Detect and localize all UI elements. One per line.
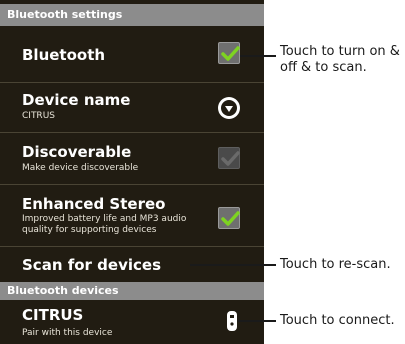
discoverable-label: Discoverable (22, 143, 132, 161)
bluetooth-label: Bluetooth (22, 46, 106, 64)
enhanced-stereo-description: Improved battery life and MP3 audio qual… (22, 214, 187, 235)
enhanced-stereo-checkbox[interactable] (218, 207, 240, 229)
device-name: CITRUS (22, 306, 84, 324)
device-name-row[interactable]: Device name CITRUS (0, 83, 264, 133)
discoverable-checkbox[interactable] (218, 147, 240, 169)
bluetooth-toggle-row[interactable]: Bluetooth (0, 26, 264, 83)
bluetooth-settings-header: Bluetooth settings (0, 4, 264, 26)
chevron-down-icon (225, 106, 233, 112)
check-icon (221, 211, 240, 226)
rescan-callout-text: Touch to re-scan. (280, 257, 391, 272)
device-name-value: CITRUS (22, 111, 55, 121)
bluetooth-callout-text: Touch to turn on & off & to scan. (280, 44, 400, 75)
bluetooth-settings-screen: Bluetooth settings Bluetooth Device name… (0, 0, 264, 344)
device-name-label: Device name (22, 91, 131, 109)
check-icon (221, 46, 240, 61)
rescan-callout-line (190, 264, 276, 266)
phone-device-icon (227, 311, 237, 331)
check-icon-disabled (221, 151, 240, 166)
device-status: Pair with this device (22, 328, 113, 338)
device-list-item[interactable]: CITRUS Pair with this device (0, 300, 264, 344)
bluetooth-checkbox[interactable] (218, 42, 240, 64)
discoverable-description: Make device discoverable (22, 163, 139, 173)
connect-callout-text: Touch to connect. (280, 313, 395, 328)
scan-for-devices-label: Scan for devices (22, 256, 161, 274)
connect-callout-line (238, 320, 276, 322)
bluetooth-devices-header: Bluetooth devices (0, 282, 264, 300)
enhanced-stereo-label: Enhanced Stereo (22, 195, 166, 213)
enhanced-stereo-row[interactable]: Enhanced Stereo Improved battery life an… (0, 185, 264, 247)
bluetooth-callout-line (240, 55, 276, 57)
discoverable-row[interactable]: Discoverable Make device discoverable (0, 133, 264, 185)
